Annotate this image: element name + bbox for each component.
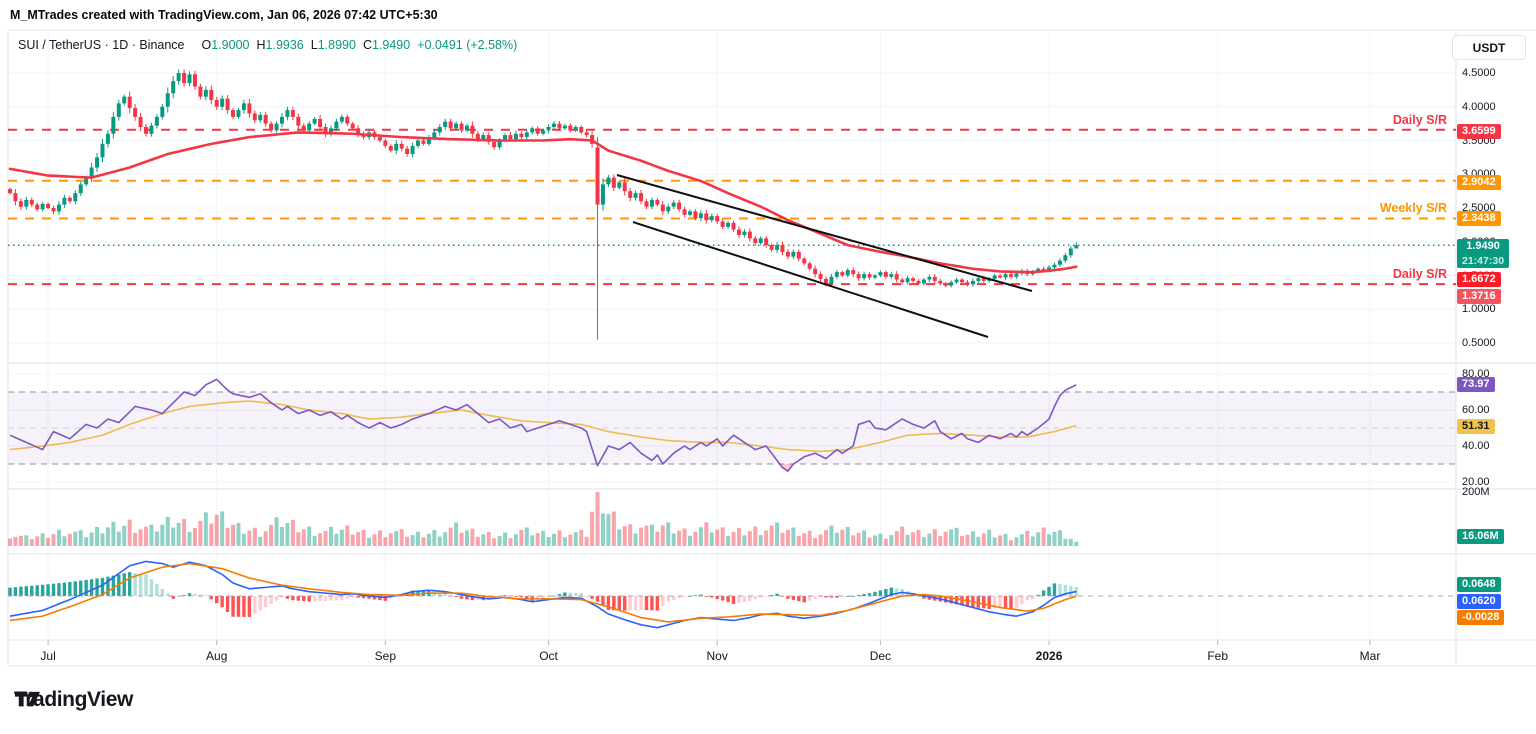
high-value: 1.9936 <box>266 38 304 52</box>
symbol-legend[interactable]: SUI / TetherUS · 1D · BinanceO1.9000H1.9… <box>18 38 517 52</box>
tradingview-logo-icon <box>14 688 41 715</box>
close-value: 1.9490 <box>372 38 410 52</box>
time-axis[interactable] <box>8 640 1456 666</box>
open-value: 1.9000 <box>211 38 249 52</box>
high-label: H <box>256 38 265 52</box>
tradingview-logo[interactable]: TradingView <box>14 688 133 712</box>
low-label: L <box>311 38 318 52</box>
open-label: O <box>202 38 212 52</box>
change-value: +0.0491 (+2.58%) <box>417 38 517 52</box>
price-axis[interactable] <box>1456 30 1536 640</box>
low-value: 1.8990 <box>318 38 356 52</box>
close-label: C <box>363 38 372 52</box>
tradingview-chart-screenshot: M_MTrades created with TradingView.com, … <box>0 0 1536 734</box>
chart-canvas[interactable] <box>0 0 1536 734</box>
symbol-title[interactable]: SUI / TetherUS · 1D · Binance <box>18 38 185 52</box>
